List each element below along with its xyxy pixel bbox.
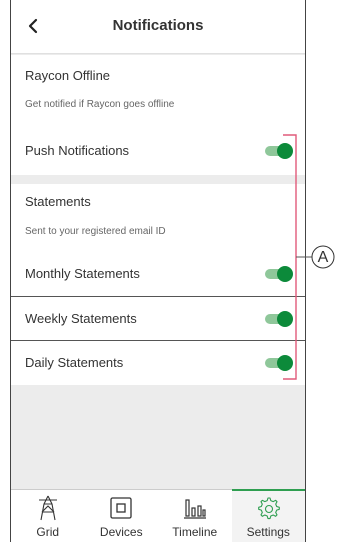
daily-statements-toggle[interactable] [263, 355, 293, 371]
tab-grid[interactable]: Grid [11, 490, 85, 542]
grid-tower-icon [38, 495, 57, 521]
statements-section-description: Sent to your registered email ID [25, 226, 166, 237]
raycon-section-title: Raycon Offline [25, 68, 111, 83]
statements-section: Statements Sent to your registered email… [11, 184, 305, 385]
bottom-tab-bar: Grid Devices Timeline Settings [11, 489, 305, 542]
monthly-statements-label: Monthly Statements [25, 266, 140, 281]
phone-screen: Notifications Raycon Offline Get notifie… [10, 0, 306, 542]
timeline-icon [183, 499, 206, 519]
monthly-statements-toggle[interactable] [263, 266, 293, 282]
page-title: Notifications [112, 17, 204, 34]
toggle-knob [277, 143, 293, 159]
push-notifications-label: Push Notifications [25, 143, 130, 158]
raycon-section-description: Get notified if Raycon goes offline [25, 99, 175, 110]
push-notifications-row: Push Notifications [11, 129, 305, 173]
monthly-statements-row: Monthly Statements [11, 252, 305, 296]
tab-devices[interactable]: Devices [85, 490, 159, 542]
tab-label: Grid [36, 525, 60, 539]
toggle-knob [277, 355, 293, 371]
tab-settings[interactable]: Settings [231, 489, 305, 542]
push-notifications-toggle[interactable] [263, 143, 293, 159]
tab-label: Devices [99, 525, 143, 539]
tab-label: Timeline [172, 525, 218, 539]
daily-statements-row: Daily Statements [11, 341, 305, 385]
tab-label: Settings [246, 525, 290, 539]
app-header: Notifications [11, 0, 305, 54]
weekly-statements-toggle[interactable] [263, 311, 293, 327]
tab-timeline[interactable]: Timeline [158, 490, 232, 542]
weekly-statements-row: Weekly Statements [11, 297, 305, 341]
gear-icon [258, 497, 281, 520]
weekly-statements-label: Weekly Statements [25, 311, 137, 326]
daily-statements-label: Daily Statements [25, 355, 124, 370]
devices-icon [110, 497, 132, 519]
toggle-knob [277, 311, 293, 327]
callout-label: A [317, 249, 329, 266]
toggle-knob [277, 266, 293, 282]
raycon-offline-section: Raycon Offline Get notified if Raycon go… [11, 55, 305, 175]
statements-section-title: Statements [25, 194, 91, 209]
